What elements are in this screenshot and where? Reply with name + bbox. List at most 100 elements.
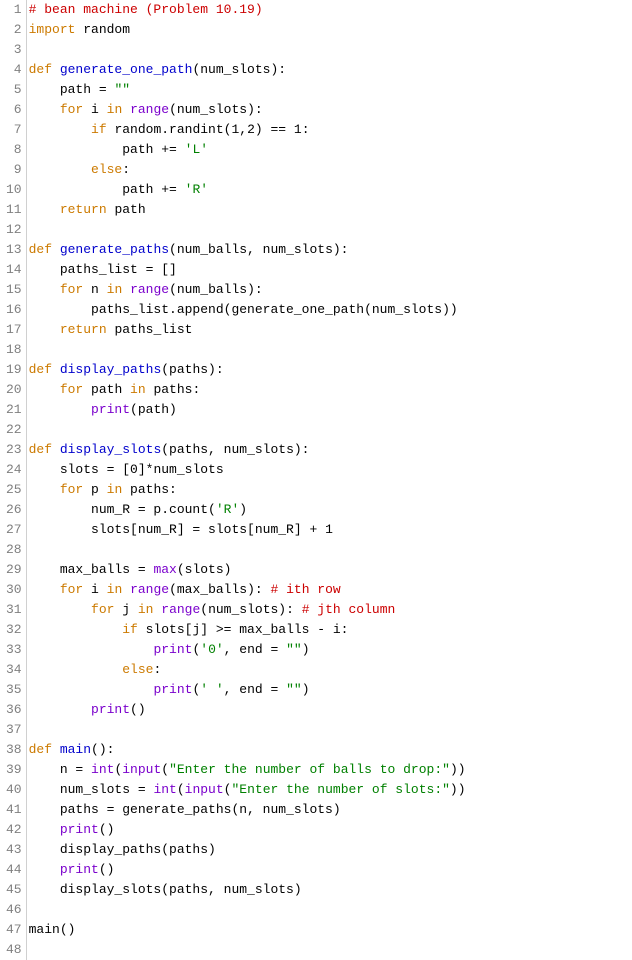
code-token: () <box>99 822 115 837</box>
code-token <box>52 62 60 77</box>
code-line[interactable]: return paths_list <box>29 320 632 340</box>
line-number: 3 <box>6 40 22 60</box>
code-token: , end = <box>224 642 286 657</box>
code-line[interactable]: display_paths(paths) <box>29 840 632 860</box>
code-line[interactable]: num_slots = int(input("Enter the number … <box>29 780 632 800</box>
code-line[interactable]: num_R = p.count('R') <box>29 500 632 520</box>
code-line[interactable]: slots = [0]*num_slots <box>29 460 632 480</box>
code-line[interactable]: def display_paths(paths): <box>29 360 632 380</box>
code-line[interactable]: paths_list = [] <box>29 260 632 280</box>
line-number: 28 <box>6 540 22 560</box>
code-token: def <box>29 362 52 377</box>
code-token: num_slots = <box>29 782 154 797</box>
line-number: 35 <box>6 680 22 700</box>
code-line[interactable]: for p in paths: <box>29 480 632 500</box>
code-token: print <box>60 862 99 877</box>
code-line[interactable] <box>29 220 632 240</box>
code-line[interactable]: def main(): <box>29 740 632 760</box>
code-line[interactable] <box>29 40 632 60</box>
code-token: , end = <box>224 682 286 697</box>
code-line[interactable]: for n in range(num_balls): <box>29 280 632 300</box>
line-number: 30 <box>6 580 22 600</box>
line-number: 23 <box>6 440 22 460</box>
code-token <box>29 282 60 297</box>
code-line[interactable]: paths = generate_paths(n, num_slots) <box>29 800 632 820</box>
code-line[interactable]: print() <box>29 860 632 880</box>
code-line[interactable] <box>29 720 632 740</box>
code-token <box>29 322 60 337</box>
code-line[interactable]: for j in range(num_slots): # jth column <box>29 600 632 620</box>
line-number: 9 <box>6 160 22 180</box>
code-token: (num_slots): <box>169 102 263 117</box>
code-line[interactable]: def generate_one_path(num_slots): <box>29 60 632 80</box>
code-token: display_slots(paths, num_slots) <box>29 882 302 897</box>
code-token: paths = generate_paths(n, num_slots) <box>29 802 341 817</box>
code-token: path <box>107 202 146 217</box>
code-token: paths: <box>146 382 201 397</box>
code-token: (slots) <box>177 562 232 577</box>
code-token <box>122 102 130 117</box>
line-number: 29 <box>6 560 22 580</box>
code-token: def <box>29 442 52 457</box>
code-line[interactable]: else: <box>29 660 632 680</box>
code-line[interactable] <box>29 900 632 920</box>
code-token: paths_list <box>107 322 193 337</box>
line-number: 2 <box>6 20 22 40</box>
code-line[interactable] <box>29 540 632 560</box>
code-line[interactable] <box>29 420 632 440</box>
code-token: in <box>138 602 154 617</box>
code-token <box>29 402 91 417</box>
line-number: 21 <box>6 400 22 420</box>
code-line[interactable]: path += 'R' <box>29 180 632 200</box>
code-line[interactable]: for i in range(max_balls): # ith row <box>29 580 632 600</box>
code-line[interactable]: else: <box>29 160 632 180</box>
code-line[interactable]: path = "" <box>29 80 632 100</box>
code-line[interactable]: max_balls = max(slots) <box>29 560 632 580</box>
code-line[interactable]: import random <box>29 20 632 40</box>
code-token: # bean machine (Problem 10.19) <box>29 2 263 17</box>
code-line[interactable]: slots[num_R] = slots[num_R] + 1 <box>29 520 632 540</box>
code-line[interactable]: for i in range(num_slots): <box>29 100 632 120</box>
code-line[interactable] <box>29 340 632 360</box>
code-token <box>29 102 60 117</box>
code-token <box>122 282 130 297</box>
code-line[interactable]: print(path) <box>29 400 632 420</box>
code-token: "Enter the number of slots:" <box>231 782 449 797</box>
code-line[interactable]: display_slots(paths, num_slots) <box>29 880 632 900</box>
code-line[interactable]: path += 'L' <box>29 140 632 160</box>
code-line[interactable]: print() <box>29 820 632 840</box>
code-line[interactable]: if random.randint(1,2) == 1: <box>29 120 632 140</box>
code-token: slots[j] >= max_balls - i: <box>138 622 349 637</box>
code-token: 1 <box>294 122 302 137</box>
code-token: ) <box>302 642 310 657</box>
line-number: 17 <box>6 320 22 340</box>
code-token: for <box>60 282 83 297</box>
code-token: 1 <box>325 522 333 537</box>
code-line[interactable]: main() <box>29 920 632 940</box>
code-line[interactable]: print(' ', end = "") <box>29 680 632 700</box>
code-line[interactable]: paths_list.append(generate_one_path(num_… <box>29 300 632 320</box>
code-line[interactable]: for path in paths: <box>29 380 632 400</box>
code-line[interactable]: print() <box>29 700 632 720</box>
code-editor-area[interactable]: # bean machine (Problem 10.19) import ran… <box>27 0 632 960</box>
line-number: 43 <box>6 840 22 860</box>
code-token: (): <box>91 742 114 757</box>
code-token <box>29 862 60 877</box>
code-token: (num_balls, num_slots): <box>169 242 348 257</box>
code-token: ' ' <box>200 682 223 697</box>
code-line[interactable]: n = int(input("Enter the number of balls… <box>29 760 632 780</box>
code-token: path += <box>29 182 185 197</box>
code-token <box>29 622 123 637</box>
code-token: j <box>114 602 137 617</box>
code-line[interactable]: def generate_paths(num_balls, num_slots)… <box>29 240 632 260</box>
code-token: main() <box>29 922 76 937</box>
code-line[interactable] <box>29 940 632 960</box>
code-token <box>52 742 60 757</box>
line-number: 33 <box>6 640 22 660</box>
line-number: 19 <box>6 360 22 380</box>
code-line[interactable]: # bean machine (Problem 10.19) <box>29 0 632 20</box>
code-line[interactable]: if slots[j] >= max_balls - i: <box>29 620 632 640</box>
code-line[interactable]: return path <box>29 200 632 220</box>
code-line[interactable]: print('0', end = "") <box>29 640 632 660</box>
code-line[interactable]: def display_slots(paths, num_slots): <box>29 440 632 460</box>
